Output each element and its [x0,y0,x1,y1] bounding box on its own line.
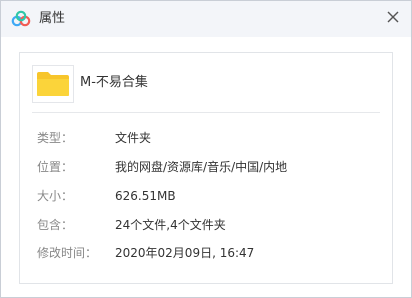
contains-label: 包含： [37,218,74,232]
contains-value: 24个文件,4个文件夹 [115,218,226,232]
divider [32,112,380,113]
close-icon[interactable] [383,7,403,27]
dialog-title: 属性 [39,11,66,26]
title-bar: 属性 [1,1,411,37]
type-value: 文件夹 [115,131,152,145]
modified-time-value: 2020年02月09日, 16:47 [115,246,255,260]
size-label: 大小： [37,189,74,203]
properties-dialog: 属性 M-不易合集 类型： 文件夹 位置： 我的网盘/资源库/音乐/中国/内地 … [0,0,412,298]
folder-thumbnail [32,65,74,103]
type-label: 类型： [37,131,74,145]
size-value: 626.51MB [115,189,176,203]
modified-time-label: 修改时间： [37,246,98,260]
folder-name: M-不易合集 [80,75,148,90]
properties-panel: M-不易合集 类型： 文件夹 位置： 我的网盘/资源库/音乐/中国/内地 大小：… [19,52,393,284]
location-label: 位置： [37,160,74,174]
location-value: 我的网盘/资源库/音乐/中国/内地 [115,160,288,174]
baidu-netdisk-cloud-icon [11,10,31,27]
folder-icon [37,72,69,96]
